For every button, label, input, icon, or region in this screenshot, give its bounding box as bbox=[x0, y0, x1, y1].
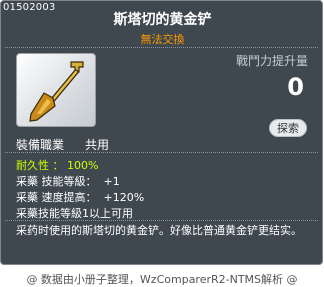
divider bbox=[5, 47, 318, 48]
divider bbox=[5, 220, 318, 221]
stat-skill-level: 采藥 技能等級： +1 bbox=[16, 175, 120, 188]
item-description: 采药时使用的斯塔切的黄金铲。好像比普通黄金铲更结实。 bbox=[16, 224, 302, 237]
stat-durability: 耐久性 ： 100% bbox=[16, 159, 99, 172]
stat-speed: 采藥 速度提高： +120% bbox=[16, 191, 145, 204]
item-icon-frame bbox=[16, 53, 96, 127]
item-tooltip: 01502003 斯塔切的黄金铲 無法交換 戰鬥力提升量 0 探索 裝備職業 共… bbox=[0, 0, 323, 265]
power-value: 0 bbox=[287, 73, 304, 101]
stat-requirement: 采藥技能等級1以上可用 bbox=[16, 207, 133, 220]
footer-credit: @ 数据由小册子整理，WzComparerR2-NTMS解析 @ bbox=[26, 273, 298, 286]
trade-status: 無法交換 bbox=[140, 33, 185, 46]
explore-button[interactable]: 探索 bbox=[269, 119, 307, 137]
power-label: 戰鬥力提升量 bbox=[235, 54, 308, 68]
divider bbox=[5, 152, 318, 153]
item-name: 斯塔切的黄金铲 bbox=[113, 12, 212, 28]
job-label: 裝備職業 bbox=[16, 138, 65, 152]
golden-shovel-icon bbox=[29, 61, 84, 122]
job-value: 共用 bbox=[85, 138, 110, 152]
